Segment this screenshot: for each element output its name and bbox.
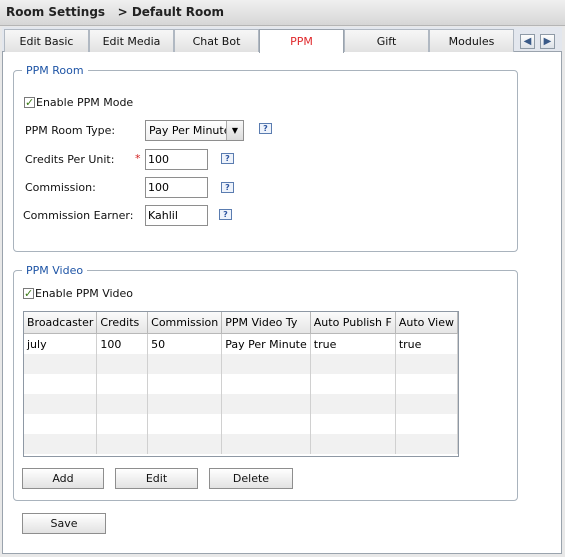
tab-edit-media[interactable]: Edit Media xyxy=(89,29,174,52)
chevron-down-icon: ▼ xyxy=(226,121,243,140)
commission-earner-input[interactable]: Kahlil xyxy=(145,205,208,226)
help-icon[interactable]: ? xyxy=(219,209,232,220)
room-type-select[interactable]: Pay Per Minute ▼ xyxy=(145,120,244,141)
enable-ppm-mode-checkbox[interactable]: ✓ xyxy=(24,97,35,108)
empty-row xyxy=(24,354,458,374)
table-cell: true xyxy=(395,333,458,354)
help-icon[interactable]: ? xyxy=(259,123,272,134)
tab-modules[interactable]: Modules xyxy=(429,29,514,52)
column-header-commission[interactable]: Commission xyxy=(147,312,223,334)
help-icon[interactable]: ? xyxy=(221,153,234,164)
ppm-video-table: Broadcaster Credits Commission PPM Video… xyxy=(23,311,459,457)
table-cell: 100 xyxy=(96,333,149,354)
commission-earner-label: Commission Earner: xyxy=(23,209,134,222)
empty-row xyxy=(24,434,458,454)
table-header-row: Broadcaster Credits Commission PPM Video… xyxy=(24,312,458,334)
empty-row xyxy=(24,414,458,434)
enable-ppm-video-label: Enable PPM Video xyxy=(35,287,134,300)
required-indicator: * xyxy=(135,152,141,165)
credits-per-unit-label: Credits Per Unit: xyxy=(25,153,115,166)
empty-row xyxy=(24,394,458,414)
window-title: Room Settings > Default Room xyxy=(6,5,225,19)
empty-row xyxy=(24,374,458,394)
commission-label: Commission: xyxy=(25,181,96,194)
ppm-video-legend: PPM Video xyxy=(26,264,84,277)
room-type-value: Pay Per Minute xyxy=(149,124,231,137)
add-button[interactable]: Add xyxy=(22,468,104,489)
commission-input[interactable]: 100 xyxy=(145,177,208,198)
title-bar: Room Settings > Default Room xyxy=(0,0,565,26)
table-row[interactable]: july 100 50 Pay Per Minute true true xyxy=(24,333,458,354)
column-header-ppm-video-type[interactable]: PPM Video Ty xyxy=(221,312,311,334)
arrow-right-icon[interactable]: ▶ xyxy=(540,34,555,49)
delete-button[interactable]: Delete xyxy=(209,468,293,489)
tab-ppm[interactable]: PPM xyxy=(259,29,344,53)
ppm-room-legend: PPM Room xyxy=(26,64,84,77)
tab-edit-basic[interactable]: Edit Basic xyxy=(4,29,89,52)
table-cell: true xyxy=(310,333,396,354)
table-cell: july xyxy=(24,333,98,354)
column-header-auto-publish[interactable]: Auto Publish F xyxy=(310,312,396,334)
column-header-broadcaster[interactable]: Broadcaster xyxy=(24,312,98,334)
help-icon[interactable]: ? xyxy=(221,182,234,193)
edit-button[interactable]: Edit xyxy=(115,468,198,489)
room-type-label: PPM Room Type: xyxy=(25,124,116,137)
credits-per-unit-input[interactable]: 100 xyxy=(145,149,208,170)
tab-gift[interactable]: Gift xyxy=(344,29,429,52)
table-cell: Pay Per Minute xyxy=(221,333,311,354)
save-button[interactable]: Save xyxy=(22,513,106,534)
enable-ppm-video-checkbox[interactable]: ✓ xyxy=(23,288,34,299)
column-header-auto-view[interactable]: Auto View xyxy=(395,312,458,334)
arrow-left-icon[interactable]: ◀ xyxy=(520,34,535,49)
table-cell: 50 xyxy=(147,333,223,354)
enable-ppm-mode-label: Enable PPM Mode xyxy=(36,96,134,109)
column-header-credits[interactable]: Credits xyxy=(96,312,149,334)
tab-chat-bot[interactable]: Chat Bot xyxy=(174,29,259,52)
